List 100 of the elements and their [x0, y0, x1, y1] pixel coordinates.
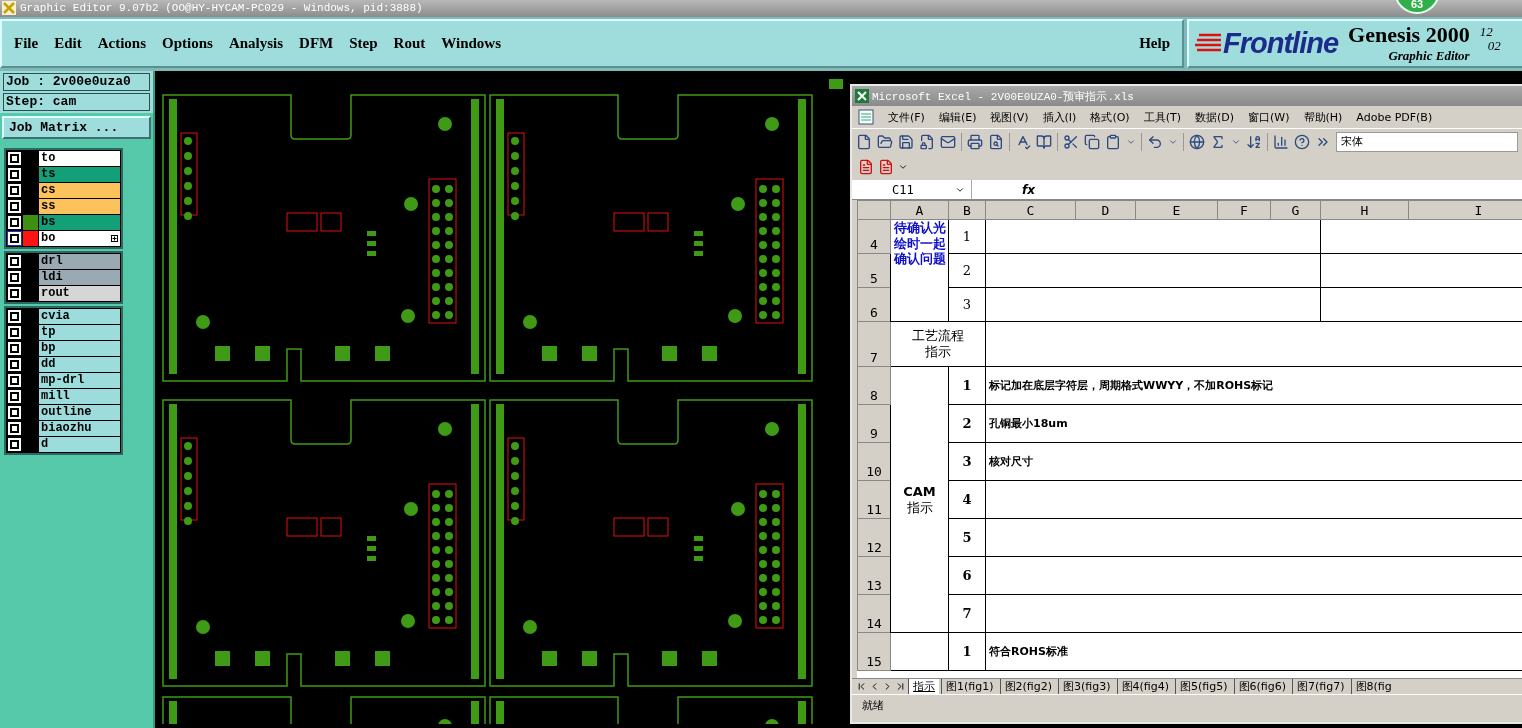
- menu-item[interactable]: 帮助(H): [1303, 109, 1343, 125]
- menu-item[interactable]: 格式(O): [1090, 109, 1130, 125]
- last-sheet-icon[interactable]: [895, 681, 906, 692]
- layer-row[interactable]: biaozhu: [7, 421, 120, 436]
- layer-name[interactable]: bp: [39, 341, 120, 356]
- layer-row[interactable]: outline: [7, 405, 120, 420]
- first-sheet-icon[interactable]: [856, 681, 867, 692]
- menu-item[interactable]: Help: [1139, 35, 1170, 52]
- layer-name[interactable]: bo: [39, 231, 120, 246]
- layer-checkbox[interactable]: [8, 374, 21, 387]
- pdf-icon[interactable]: [858, 159, 874, 175]
- row-header[interactable]: 5: [857, 253, 891, 288]
- row-header[interactable]: 10: [857, 442, 891, 481]
- layer-name[interactable]: ts: [39, 167, 120, 182]
- row-header[interactable]: 13: [857, 556, 891, 595]
- layer-checkbox[interactable]: [8, 271, 21, 284]
- row-header[interactable]: 6: [857, 287, 891, 322]
- layer-name[interactable]: ss: [39, 199, 120, 214]
- paste-icon[interactable]: [1105, 133, 1121, 150]
- job-matrix-button[interactable]: Job Matrix ...: [2, 116, 151, 139]
- menu-item[interactable]: Adobe PDF(B): [1356, 110, 1433, 124]
- menu-item[interactable]: 插入(I): [1042, 109, 1077, 125]
- row-header[interactable]: 12: [857, 518, 891, 557]
- new-file-icon[interactable]: [856, 133, 872, 150]
- print-icon[interactable]: [967, 133, 983, 150]
- layer-checkbox[interactable]: [8, 326, 21, 339]
- sort-icon[interactable]: [1246, 133, 1262, 150]
- save-icon[interactable]: [898, 133, 914, 150]
- print-preview-icon[interactable]: [988, 133, 1004, 150]
- menu-item[interactable]: 工具(T): [1143, 109, 1181, 125]
- layer-row[interactable]: to: [7, 151, 120, 166]
- font-field[interactable]: 宋体: [1336, 131, 1518, 152]
- cut-icon[interactable]: [1063, 133, 1079, 150]
- name-box[interactable]: C11: [852, 180, 972, 199]
- layer-checkbox[interactable]: [8, 422, 21, 435]
- layer-checkbox[interactable]: [8, 232, 21, 245]
- column-header[interactable]: I: [1408, 200, 1522, 220]
- layer-row[interactable]: d: [7, 437, 120, 452]
- layer-row[interactable]: cvia: [7, 309, 120, 324]
- research-icon[interactable]: [1036, 133, 1052, 150]
- menu-item[interactable]: Windows: [441, 35, 501, 52]
- menu-item[interactable]: 数据(D): [1194, 109, 1235, 125]
- sum-icon[interactable]: [1210, 133, 1226, 150]
- row-header[interactable]: 4: [857, 219, 891, 254]
- layer-checkbox[interactable]: [8, 184, 21, 197]
- layer-checkbox[interactable]: [8, 358, 21, 371]
- folder-icon[interactable]: [877, 133, 893, 150]
- hyperlink-icon[interactable]: [1189, 133, 1205, 150]
- expand-icon[interactable]: [111, 235, 118, 242]
- layer-checkbox[interactable]: [8, 255, 21, 268]
- layer-row[interactable]: tp: [7, 325, 120, 340]
- layer-checkbox[interactable]: [8, 390, 21, 403]
- row-header[interactable]: 15: [857, 632, 891, 671]
- layer-name[interactable]: rout: [39, 286, 120, 301]
- layer-checkbox[interactable]: [8, 216, 21, 229]
- column-header[interactable]: A: [890, 200, 949, 220]
- row-header[interactable]: 9: [857, 404, 891, 443]
- caret-icon[interactable]: [898, 162, 908, 172]
- layer-row[interactable]: bp: [7, 341, 120, 356]
- layer-name[interactable]: d: [39, 437, 120, 452]
- layer-name[interactable]: tp: [39, 325, 120, 340]
- layer-name[interactable]: cs: [39, 183, 120, 198]
- layer-row[interactable]: ldi: [7, 270, 120, 285]
- layer-name[interactable]: ldi: [39, 270, 120, 285]
- layer-name[interactable]: mill: [39, 389, 120, 404]
- menu-item[interactable]: Edit: [54, 35, 82, 52]
- menu-item[interactable]: Actions: [97, 35, 146, 52]
- row-header[interactable]: 14: [857, 594, 891, 633]
- layer-name[interactable]: cvia: [39, 309, 120, 324]
- menu-item[interactable]: 视图(V): [990, 109, 1029, 125]
- layer-checkbox[interactable]: [8, 287, 21, 300]
- layer-checkbox[interactable]: [8, 168, 21, 181]
- menu-item[interactable]: File: [14, 35, 39, 52]
- column-header[interactable]: E: [1135, 200, 1218, 220]
- layer-row[interactable]: dd: [7, 357, 120, 372]
- column-header[interactable]: C: [985, 200, 1076, 220]
- layer-name[interactable]: outline: [39, 405, 120, 420]
- layer-row[interactable]: mp-drl: [7, 373, 120, 388]
- menu-item[interactable]: 窗口(W): [1248, 109, 1290, 125]
- menu-item[interactable]: Analysis: [228, 35, 284, 52]
- permission-icon[interactable]: [919, 133, 935, 150]
- column-header[interactable]: D: [1075, 200, 1136, 220]
- sheet-tab[interactable]: 指示: [908, 679, 939, 694]
- sheet-icon[interactable]: [858, 109, 874, 125]
- menu-item[interactable]: Rout: [393, 35, 426, 52]
- row-header[interactable]: 7: [857, 321, 891, 367]
- layer-name[interactable]: biaozhu: [39, 421, 120, 436]
- layer-name[interactable]: drl: [39, 254, 120, 269]
- layer-checkbox[interactable]: [8, 342, 21, 355]
- copy-icon[interactable]: [1084, 133, 1100, 150]
- row-header[interactable]: 8: [857, 366, 891, 405]
- layer-name[interactable]: dd: [39, 357, 120, 372]
- layer-checkbox[interactable]: [8, 438, 21, 451]
- layer-row[interactable]: cs: [7, 183, 120, 198]
- layer-row[interactable]: mill: [7, 389, 120, 404]
- menu-item[interactable]: 文件(F): [888, 109, 925, 125]
- layer-name[interactable]: mp-drl: [39, 373, 120, 388]
- pdf-icon[interactable]: [878, 159, 894, 175]
- help-icon[interactable]: [1294, 133, 1310, 150]
- layer-checkbox[interactable]: [8, 310, 21, 323]
